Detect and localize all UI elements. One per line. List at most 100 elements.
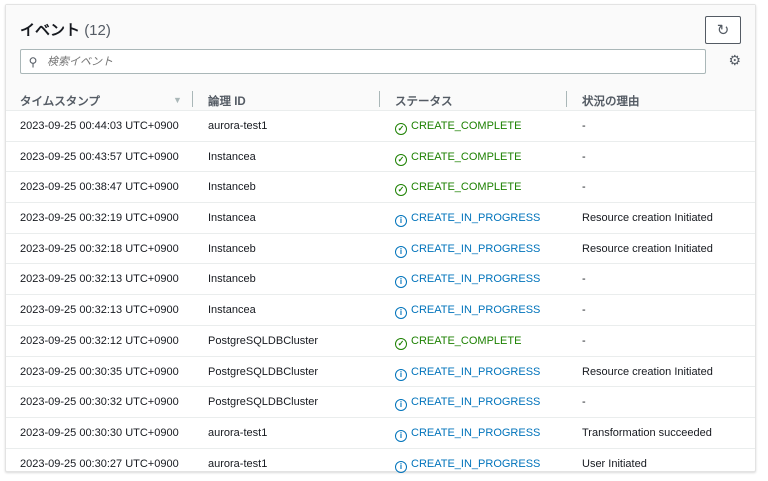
reason-cell: - [582,150,586,163]
panel-header: イベント (12) ↻ ⚲ ⚙ タイムスタンプ ▼ 論理 ID ステータス 状況… [6,5,755,111]
logical-id-cell: PostgreSQLDBCluster [208,334,319,347]
table-row: 2023-09-25 00:44:03 UTC+0900 aurora-test… [6,111,755,142]
column-divider[interactable] [192,91,193,107]
logical-id-cell: aurora-test1 [208,120,268,132]
reason-cell: Transformation succeeded [582,426,712,439]
column-header-status[interactable]: ステータス [395,93,453,109]
table-row: 2023-09-25 00:32:13 UTC+0900 Instancea i… [6,295,755,326]
timestamp-cell: 2023-09-25 00:32:18 UTC+0900 [20,242,179,255]
table-row: 2023-09-25 00:32:13 UTC+0900 Instanceb i… [6,264,755,296]
status-text: CREATE_COMPLETE [411,150,522,163]
success-check-icon: ✓ [395,337,407,350]
status-text: CREATE_IN_PROGRESS [411,426,541,439]
logical-id-cell: Instancea [208,212,256,225]
status-cell: ✓ CREATE_COMPLETE [395,335,521,350]
status-cell: i CREATE_IN_PROGRESS [395,273,541,289]
table-row: 2023-09-25 00:30:32 UTC+0900 PostgreSQLD… [6,387,755,418]
info-icon: i [395,307,407,320]
timestamp-cell: 2023-09-25 00:30:27 UTC+0900 [20,457,179,470]
sort-descending-icon[interactable]: ▼ [173,95,182,105]
reason-cell: Resource creation Initiated [582,212,713,225]
column-header-reason[interactable]: 状況の理由 [582,93,640,109]
status-text: CREATE_IN_PROGRESS [411,273,541,286]
reason-cell: User Initiated [582,457,647,470]
timestamp-cell: 2023-09-25 00:44:03 UTC+0900 [20,120,179,132]
logical-id-cell: Instanceb [208,181,256,194]
panel-title: イベント (12) [20,19,111,40]
status-text: CREATE_IN_PROGRESS [411,396,541,409]
success-check-icon: ✓ [395,123,407,135]
info-icon: i [395,215,407,228]
refresh-icon: ↻ [716,22,730,39]
status-cell: ✓ CREATE_COMPLETE [395,151,521,166]
status-cell: i CREATE_IN_PROGRESS [395,458,540,473]
table-row: 2023-09-25 00:30:27 UTC+0900 aurora-test… [6,449,755,479]
status-cell: i CREATE_IN_PROGRESS [395,304,541,320]
table-row: 2023-09-25 00:32:19 UTC+0900 Instancea i… [6,203,755,234]
status-cell: ✓ CREATE_COMPLETE [395,181,522,197]
info-icon: i [395,399,407,412]
status-cell: i CREATE_IN_PROGRESS [395,212,541,228]
success-check-icon: ✓ [395,153,407,166]
refresh-button[interactable]: ↻ [705,16,741,44]
info-icon: i [395,368,407,381]
status-text: CREATE_IN_PROGRESS [411,242,541,255]
table-row: 2023-09-25 00:43:57 UTC+0900 Instancea ✓… [6,142,755,173]
logical-id-cell: PostgreSQLDBCluster [208,365,319,378]
info-icon: i [395,460,407,473]
timestamp-cell: 2023-09-25 00:30:32 UTC+0900 [20,396,179,409]
timestamp-cell: 2023-09-25 00:43:57 UTC+0900 [20,150,179,163]
timestamp-cell: 2023-09-25 00:32:12 UTC+0900 [20,334,179,347]
table-row: 2023-09-25 00:30:35 UTC+0900 PostgreSQLD… [6,357,755,388]
title-text: イベント [20,22,81,39]
settings-gear-icon[interactable]: ⚙ [728,52,741,69]
success-check-icon: ✓ [395,184,407,197]
reason-cell: - [582,334,586,347]
search-input[interactable] [45,54,705,69]
column-header-timestamp[interactable]: タイムスタンプ [20,93,100,109]
reason-cell: - [582,396,586,409]
logical-id-cell: Instancea [208,304,256,317]
logical-id-cell: Instanceb [208,242,256,255]
status-text: CREATE_IN_PROGRESS [411,365,541,378]
status-cell: ✓ CREATE_COMPLETE [395,120,521,135]
status-text: CREATE_COMPLETE [411,181,522,194]
logical-id-cell: aurora-test1 [208,457,268,470]
logical-id-cell: Instancea [208,150,256,163]
logical-id-cell: Instanceb [208,273,256,286]
info-icon: i [395,276,407,289]
status-text: CREATE_IN_PROGRESS [411,457,541,470]
events-panel: イベント (12) ↻ ⚲ ⚙ タイムスタンプ ▼ 論理 ID ステータス 状況… [5,4,756,473]
reason-cell: - [582,304,586,317]
reason-cell: - [582,181,586,194]
reason-cell: - [582,120,586,132]
search-icon: ⚲ [28,54,38,69]
status-text: CREATE_IN_PROGRESS [411,212,541,225]
reason-cell: - [582,273,586,286]
status-text: CREATE_COMPLETE [411,120,522,132]
status-text: CREATE_IN_PROGRESS [411,304,541,317]
table-row: 2023-09-25 00:32:18 UTC+0900 Instanceb i… [6,234,755,265]
event-count: (12) [84,22,111,39]
events-table-body: 2023-09-25 00:44:03 UTC+0900 aurora-test… [6,111,755,478]
info-icon: i [395,245,407,258]
timestamp-cell: 2023-09-25 00:30:35 UTC+0900 [20,365,179,378]
info-icon: i [395,429,407,442]
search-box[interactable]: ⚲ [20,49,706,74]
logical-id-cell: aurora-test1 [208,426,268,439]
status-cell: i CREATE_IN_PROGRESS [395,243,540,258]
timestamp-cell: 2023-09-25 00:32:19 UTC+0900 [20,212,179,225]
column-divider[interactable] [566,91,567,107]
timestamp-cell: 2023-09-25 00:38:47 UTC+0900 [20,181,179,194]
table-row: 2023-09-25 00:38:47 UTC+0900 Instanceb ✓… [6,172,755,204]
status-text: CREATE_COMPLETE [411,334,522,347]
column-header-logical-id[interactable]: 論理 ID [208,93,246,109]
reason-cell: Resource creation Initiated [582,242,713,255]
timestamp-cell: 2023-09-25 00:32:13 UTC+0900 [20,304,179,317]
status-cell: i CREATE_IN_PROGRESS [395,366,540,381]
timestamp-cell: 2023-09-25 00:32:13 UTC+0900 [20,273,179,286]
table-row: 2023-09-25 00:32:12 UTC+0900 PostgreSQLD… [6,326,755,357]
status-cell: i CREATE_IN_PROGRESS [395,427,540,442]
reason-cell: Resource creation Initiated [582,365,713,378]
column-divider[interactable] [379,91,380,107]
